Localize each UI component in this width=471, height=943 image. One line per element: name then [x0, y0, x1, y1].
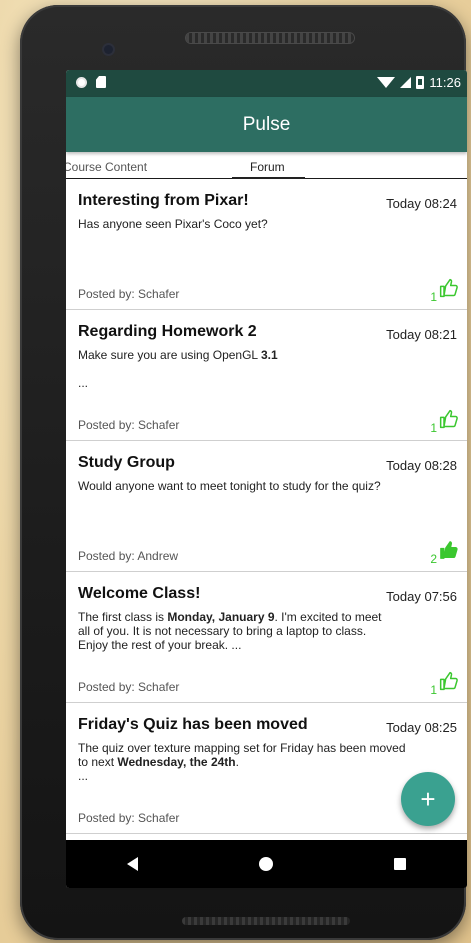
- forum-post[interactable]: Regarding Homework 2 Today 08:21 Make sure…: [66, 310, 467, 441]
- like-control[interactable]: 1: [430, 278, 459, 303]
- like-count: 1: [430, 421, 437, 435]
- status-bar: 11:26: [66, 70, 467, 97]
- post-title: Welcome Class!: [78, 585, 201, 602]
- post-author: Posted by: Andrew: [78, 549, 179, 563]
- post-author: Posted by: Schafer: [78, 418, 180, 432]
- post-body: Would anyone want to meet tonight to stu…: [78, 479, 381, 493]
- home-icon[interactable]: [258, 857, 273, 871]
- back-icon[interactable]: [126, 857, 138, 871]
- plus-icon: +: [420, 783, 436, 814]
- post-title: Interesting from Pixar!: [78, 192, 249, 209]
- like-control[interactable]: 1: [430, 409, 459, 434]
- screen: 11:26 Pulse Course Content Forum Interes…: [66, 70, 467, 888]
- post-timestamp: Today 07:56: [386, 589, 457, 604]
- thumbs-up-filled-icon[interactable]: [439, 540, 459, 565]
- post-title: Friday's Quiz has been moved: [78, 716, 308, 733]
- sd-card-icon: [96, 76, 106, 88]
- phone-frame: 11:26 Pulse Course Content Forum Interes…: [20, 5, 467, 940]
- like-control[interactable]: 2: [430, 540, 459, 565]
- post-timestamp: Today 08:21: [386, 327, 457, 342]
- like-count: 1: [430, 683, 437, 697]
- battery-icon: [416, 76, 425, 89]
- thumbs-up-icon[interactable]: [439, 278, 459, 303]
- forum-post[interactable]: Study Group Today 08:28 Would anyone want …: [66, 441, 467, 572]
- post-author: Posted by: Schafer: [78, 811, 180, 825]
- notification-circle-icon: [76, 76, 87, 88]
- thumbs-up-icon[interactable]: [439, 671, 459, 696]
- post-body: The quiz over texture mapping set for Fr…: [78, 741, 406, 783]
- front-camera: [104, 45, 113, 54]
- tab-bar: Course Content Forum: [66, 152, 467, 179]
- tab-forum[interactable]: Forum: [250, 152, 285, 174]
- post-list: Interesting from Pixar! Today 08:24 Has an…: [66, 179, 467, 834]
- forum-post[interactable]: Interesting from Pixar! Today 08:24 Has an…: [66, 179, 467, 310]
- status-time: 11:26: [429, 75, 461, 90]
- app-title: Pulse: [242, 113, 291, 135]
- post-body: Make sure you are using OpenGL 3.1 ...: [78, 348, 278, 390]
- tab-course-content[interactable]: Course Content: [66, 152, 147, 174]
- post-title: Study Group: [78, 454, 175, 471]
- post-author: Posted by: Schafer: [78, 680, 180, 694]
- recents-icon[interactable]: [394, 858, 407, 870]
- post-timestamp: Today 08:25: [386, 720, 457, 735]
- navigation-bar: [66, 840, 467, 888]
- post-body: The first class is Monday, January 9. I'…: [78, 610, 382, 652]
- app-bar: Pulse: [66, 97, 467, 152]
- like-control[interactable]: 1: [430, 671, 459, 696]
- forum-post[interactable]: Welcome Class! Today 07:56 The first class…: [66, 572, 467, 703]
- post-title: Regarding Homework 2: [78, 323, 257, 340]
- earpiece-speaker: [186, 33, 354, 43]
- post-timestamp: Today 08:24: [386, 196, 457, 211]
- signal-icon: [400, 77, 412, 88]
- wifi-icon: [377, 77, 396, 88]
- post-author: Posted by: Schafer: [78, 287, 180, 301]
- post-timestamp: Today 08:28: [386, 458, 457, 473]
- post-body: Has anyone seen Pixar's Coco yet?: [78, 217, 268, 231]
- bottom-speaker: [182, 917, 350, 925]
- add-post-button[interactable]: +: [401, 772, 455, 826]
- like-count: 1: [430, 290, 437, 304]
- thumbs-up-icon[interactable]: [439, 409, 459, 434]
- like-count: 2: [430, 552, 437, 566]
